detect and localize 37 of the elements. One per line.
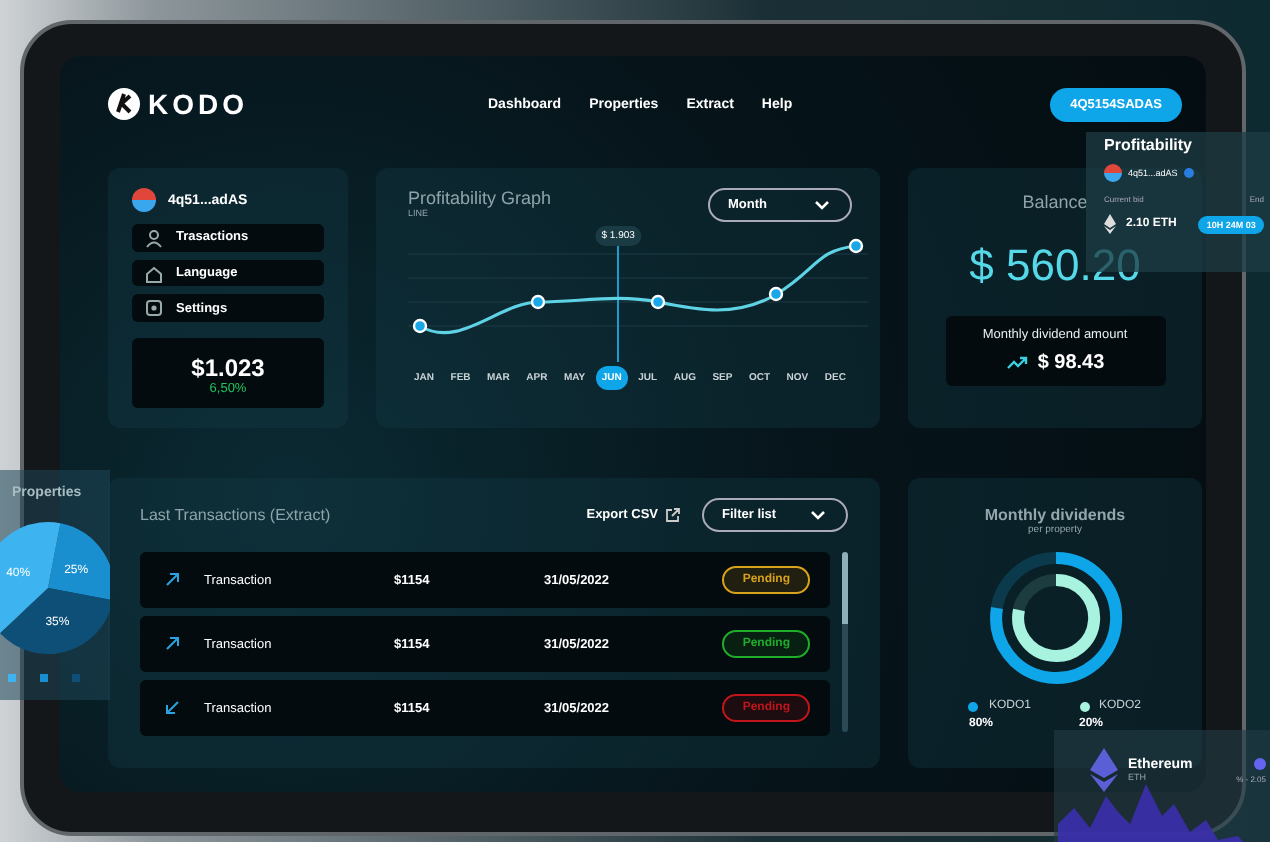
data-point bbox=[848, 238, 864, 254]
settings-icon bbox=[144, 298, 164, 319]
coin-dot bbox=[1254, 757, 1266, 769]
amount-value: $1.023 bbox=[189, 354, 267, 383]
graph-title: Profitability Graph bbox=[408, 188, 552, 208]
balance-title: Balance bbox=[1022, 192, 1088, 212]
chevron-down-icon bbox=[812, 196, 832, 214]
scrollbar[interactable] bbox=[842, 552, 848, 732]
logo-icon bbox=[108, 88, 140, 120]
data-point bbox=[412, 318, 428, 334]
arrow-up-right-icon bbox=[164, 572, 180, 588]
legend-square bbox=[8, 674, 16, 682]
data-point bbox=[768, 286, 785, 302]
data-point bbox=[530, 294, 547, 310]
legend-square bbox=[72, 674, 80, 682]
balance-amount: $ 560.20 bbox=[969, 240, 1141, 292]
donut-drawing bbox=[985, 548, 1125, 688]
dividends-title: Monthly dividends bbox=[984, 506, 1126, 524]
avatar bbox=[1104, 164, 1122, 182]
person-icon bbox=[144, 227, 164, 248]
data-point bbox=[649, 294, 666, 310]
verified-icon bbox=[1183, 168, 1194, 178]
avatar bbox=[132, 188, 156, 212]
house-icon bbox=[144, 263, 164, 283]
legend-square bbox=[40, 674, 48, 682]
marker-line bbox=[616, 246, 621, 362]
ethereum-icon bbox=[1104, 214, 1116, 234]
ethereum-icon bbox=[1090, 748, 1118, 792]
arrow-down-left-icon bbox=[164, 700, 180, 716]
dividend-value: $ 98.43 bbox=[1037, 352, 1105, 374]
arrow-up-right-icon bbox=[164, 636, 180, 652]
transactions-title: Last Transactions (Extract) bbox=[140, 506, 331, 524]
logo-text: KODO bbox=[148, 88, 248, 120]
trend-up-icon bbox=[1005, 354, 1028, 372]
chevron-down-icon bbox=[808, 506, 828, 524]
profitability-title: Profitability bbox=[1104, 136, 1195, 154]
external-link-icon bbox=[664, 506, 682, 524]
